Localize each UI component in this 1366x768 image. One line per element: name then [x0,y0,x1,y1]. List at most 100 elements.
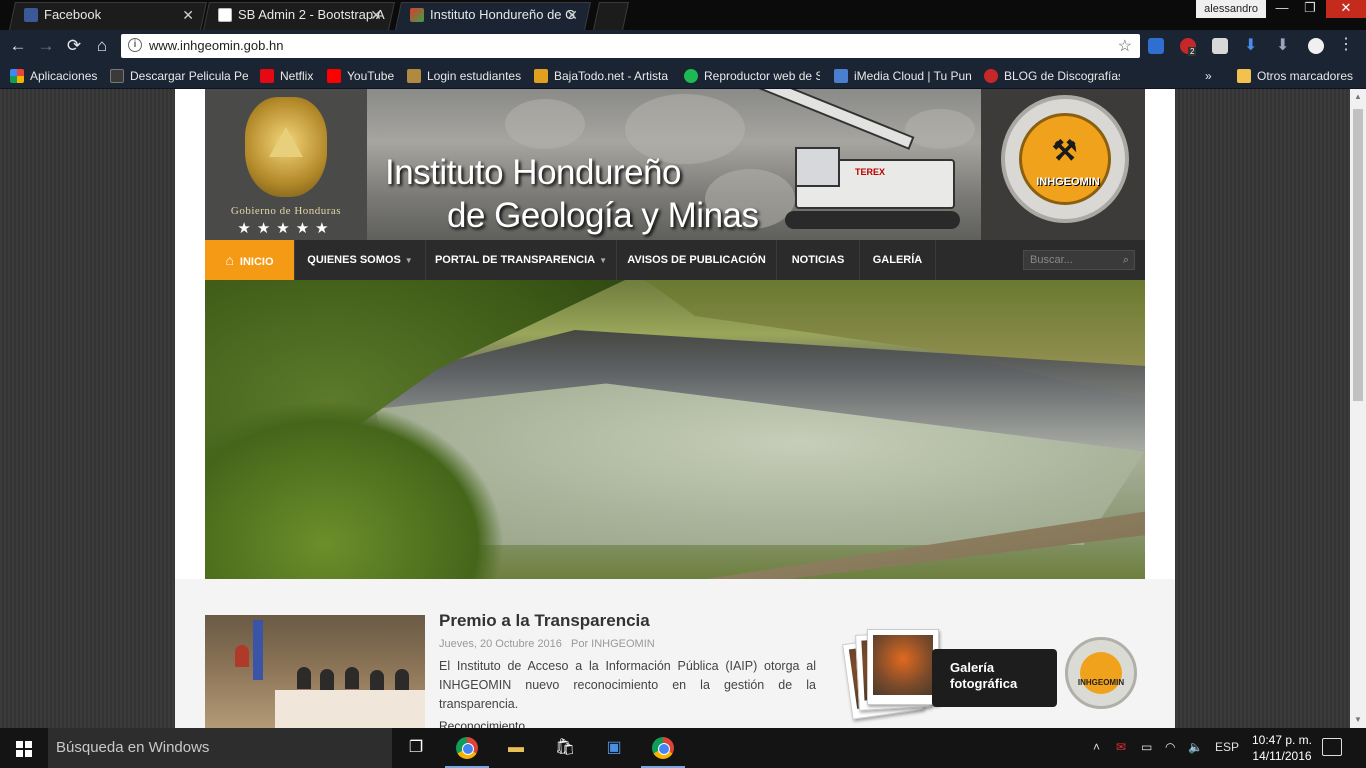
close-tab-icon[interactable]: ✕ [370,2,382,28]
pickaxes-icon: ⚒ [1052,135,1078,166]
chevron-up-icon[interactable]: ˄ [1093,740,1100,754]
close-tab-icon[interactable]: ✕ [182,2,194,28]
excavator-brand: TEREX [855,167,886,177]
inhgeomin-logo[interactable]: ⚒ INHGEOMIN [1001,95,1129,223]
extension-circle-icon[interactable] [1308,38,1324,54]
windows-icon [16,741,32,758]
hero-slider-image[interactable] [205,280,1145,580]
wifi-icon[interactable]: ◠ [1165,740,1175,754]
download-extension-icon[interactable] [1148,38,1164,54]
bookmark-label: BLOG de Discografías [1004,69,1120,83]
netflix-icon [260,69,274,83]
nav-quienes-somos[interactable]: QUIENES SOMOS ▼ [295,240,426,280]
bookmark-item[interactable]: iMedia Cloud | Tu Pun [834,67,972,85]
notification-center-icon[interactable] [1322,738,1342,756]
crest-stars: ★★★★★ [237,220,335,237]
coat-of-arms-panel: Gobierno de Honduras ★★★★★ [205,89,367,240]
address-bar[interactable]: i www.inhgeomin.gob.hn ☆ [121,34,1140,58]
nav-galeria[interactable]: GALERÍA [860,240,936,280]
tab-title: Instituto Hondureño de G [430,7,576,22]
url-text[interactable]: www.inhgeomin.gob.hn [149,38,283,53]
bookmark-label: Aplicaciones [30,69,98,83]
close-tab-icon[interactable]: ✕ [566,2,578,28]
home-button[interactable]: ⌂ [92,36,112,56]
task-view-icon[interactable]: ❐ [402,734,430,762]
adblock-icon[interactable]: 2 [1180,38,1197,56]
adblock-badge: 2 [1188,47,1197,56]
arrow-down-icon[interactable]: ⬇ [1276,38,1292,54]
close-window-button[interactable]: ✕ [1326,0,1366,18]
bookmark-item[interactable]: BLOG de Discografías [984,67,1120,85]
scroll-down-arrow-icon[interactable]: ▼ [1350,712,1366,728]
arrow-down-icon[interactable]: ⬇ [1244,38,1260,54]
restore-button[interactable]: ❐ [1296,0,1324,18]
menu-icon[interactable]: ⋮ [1338,37,1354,54]
search-icon[interactable]: ⌕ [1123,251,1129,269]
nav-label: QUIENES SOMOS [307,254,401,266]
search-placeholder: Buscar... [1030,254,1073,266]
folder-icon [1237,69,1251,83]
more-bookmarks-button[interactable]: » [1205,67,1225,85]
forward-button[interactable]: → [36,36,56,56]
site-header-banner: Gobierno de Honduras ★★★★★ TEREX Institu… [205,89,1145,240]
apps-grid-icon [10,69,24,83]
bookmark-label: Descargar Pelicula Pe [130,69,248,83]
nav-avisos-publicacion[interactable]: AVISOS DE PUBLICACIÓN [617,240,777,280]
other-bookmarks-folder[interactable]: Otros marcadores [1237,67,1357,85]
scroll-up-arrow-icon[interactable]: ▲ [1350,89,1366,105]
tab-sb-admin[interactable]: SB Admin 2 - Bootstrap A ✕ [208,2,390,30]
browser-tab-strip: Facebook ✕ SB Admin 2 - Bootstrap A ✕ In… [0,0,1366,30]
bookmark-item[interactable]: Login estudiantes [407,67,527,85]
app-icon[interactable]: ▣ [600,734,628,762]
nav-portal-transparencia[interactable]: PORTAL DE TRANSPARENCIA ▼ [426,240,617,280]
extension-icon[interactable] [1212,38,1228,54]
tab-inhgeomin[interactable]: Instituto Hondureño de G ✕ [400,2,586,30]
chrome-taskbar-icon[interactable] [641,734,685,768]
bookmark-item[interactable]: Aplicaciones [10,67,105,85]
language-indicator[interactable]: ESP [1215,740,1239,754]
bookmark-item[interactable]: YouTube [327,67,399,85]
inhgeomin-logo-panel: ⚒ INHGEOMIN [981,89,1145,240]
bookmark-star-icon[interactable]: ☆ [1118,36,1132,56]
nav-inicio[interactable]: ⌂ INICIO [205,240,295,280]
site-search-input[interactable]: Buscar... ⌕ [1023,250,1135,270]
start-button[interactable] [0,728,48,768]
content-area [175,579,1175,728]
bookmark-item[interactable]: Reproductor web de S [684,67,820,85]
nav-label: AVISOS DE PUBLICACIÓN [627,254,766,266]
scrollbar-thumb[interactable] [1353,109,1363,401]
bajatodo-icon [534,69,548,83]
bookmarks-bar: Aplicaciones Descargar Pelicula Pe Netfl… [0,62,1366,89]
volume-icon[interactable]: 🔈 [1188,740,1203,754]
clock-time: 10:47 p. m. [1251,733,1313,747]
chevron-down-icon: ▼ [404,256,413,265]
back-button[interactable]: ← [8,36,28,56]
info-icon[interactable]: i [128,38,142,52]
chevron-down-icon: ▼ [599,256,608,265]
store-icon[interactable]: 🛍 [551,734,579,762]
battery-icon[interactable]: ▭ [1141,740,1152,754]
site-title-line2: de Geología y Minas [447,196,759,235]
facebook-icon [24,8,38,22]
browser-toolbar: ← → ⟳ ⌂ i www.inhgeomin.gob.hn ☆ 2 ⬇ ⬇ ⋮ [0,30,1366,62]
file-explorer-icon[interactable]: ▬ [502,734,530,762]
bookmark-label: Login estudiantes [427,69,522,83]
page-scrollbar[interactable]: ▲ ▼ [1350,89,1366,728]
windows-taskbar: Búsqueda en Windows ❐ ▬ 🛍 ▣ ˄ ✉ ▭ ◠ 🔈 ES… [0,728,1366,768]
profile-button[interactable]: alessandro [1196,0,1266,18]
new-tab-button[interactable] [593,2,629,30]
bookmark-item[interactable]: Netflix [260,67,320,85]
bookmark-label: iMedia Cloud | Tu Pun [854,69,972,83]
bookmark-item[interactable]: BajaTodo.net - Artista [534,67,672,85]
bookmark-item[interactable]: Descargar Pelicula Pe [110,67,248,85]
nav-noticias[interactable]: NOTICIAS [777,240,860,280]
system-clock[interactable]: 10:47 p. m. 14/11/2016 [1250,732,1314,764]
page-viewport: Gobierno de Honduras ★★★★★ TEREX Institu… [0,89,1350,728]
tab-facebook[interactable]: Facebook ✕ [14,2,202,30]
gmail-tray-icon[interactable]: ✉ [1116,740,1126,754]
minimize-button[interactable]: — [1268,0,1296,18]
site-title-line1: Instituto Hondureño [385,153,681,192]
reload-button[interactable]: ⟳ [64,36,84,56]
windows-search-box[interactable]: Búsqueda en Windows [48,728,392,768]
chrome-taskbar-icon[interactable] [445,734,489,768]
